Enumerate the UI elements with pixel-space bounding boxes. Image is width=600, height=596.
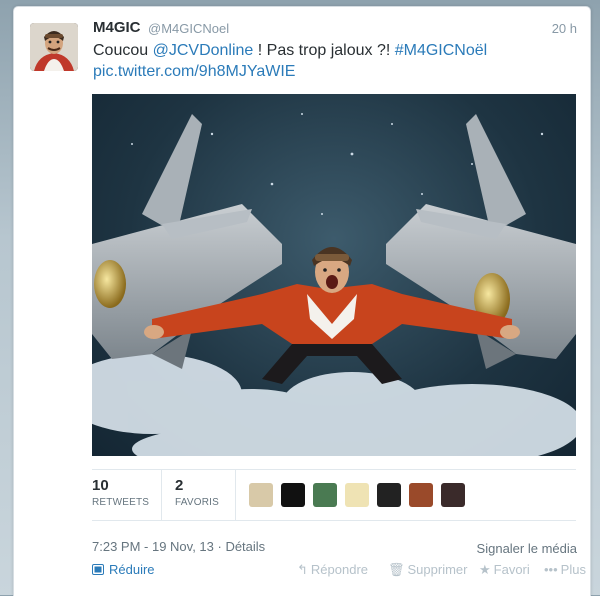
reply-icon: ↰ (297, 562, 308, 577)
tweet-card: M4GIC @M4GICNoel 20 h Coucou @JCVDonline… (13, 6, 591, 596)
favoriter-avatar-5[interactable] (377, 483, 401, 507)
hashtag-link[interactable]: #M4GICNoël (395, 42, 487, 59)
more-action[interactable]: ••• Plus (544, 562, 586, 577)
reply-action[interactable]: ↰ Répondre (297, 562, 368, 578)
favorites-label: FAVORIS (175, 497, 220, 508)
report-media-link[interactable]: Signaler le média (477, 541, 577, 556)
star-icon: ★ (479, 562, 491, 577)
favorites-count: 2 (175, 477, 184, 494)
favoriter-avatar-7[interactable] (441, 483, 465, 507)
details-link[interactable]: Détails (225, 539, 265, 554)
tweet-media-image[interactable] (92, 94, 576, 456)
retweets-count: 10 (92, 477, 109, 494)
favoriter-avatar-1[interactable] (249, 483, 273, 507)
collapse-icon (92, 564, 104, 575)
collapse-action[interactable]: Réduire (92, 562, 155, 577)
user-avatar[interactable] (30, 23, 78, 71)
tweet-stats-bar: 10 RETWEETS 2 FAVORIS (92, 469, 576, 521)
pic-link[interactable]: pic.twitter.com/9h8MJYaWIE (93, 63, 295, 80)
collapse-label: Réduire (109, 562, 155, 577)
favoriter-avatar-4[interactable] (345, 483, 369, 507)
user-display-name[interactable]: M4GIC (93, 19, 141, 36)
favorites-stat[interactable]: 2 FAVORIS (175, 477, 219, 508)
more-label: Plus (560, 562, 586, 577)
mention-link[interactable]: @JCVDonline (153, 42, 254, 59)
stats-divider (235, 470, 236, 520)
stats-divider (161, 470, 162, 520)
favoriter-avatar-6[interactable] (409, 483, 433, 507)
retweets-label: RETWEETS (92, 497, 150, 508)
favoriter-avatar-3[interactable] (313, 483, 337, 507)
tweet-text-part: Coucou (93, 42, 153, 59)
more-icon: ••• (544, 562, 558, 577)
tweet-timestamp-relative[interactable]: 20 h (552, 21, 577, 36)
tweet-text-part: ! Pas trop jaloux ?! (253, 42, 395, 59)
delete-label: Supprimer (407, 562, 468, 577)
favoriter-avatar-2[interactable] (281, 483, 305, 507)
meta-separator: · (213, 539, 226, 554)
favorite-label: Favori (493, 562, 530, 577)
reply-label: Répondre (310, 562, 369, 577)
tweet-text: Coucou @JCVDonline ! Pas trop jaloux ?! … (93, 40, 573, 82)
tweet-full-timestamp: 7:23 PM - 19 Nov, 13 (92, 539, 214, 554)
delete-action[interactable]: 🗑 Supprimer (388, 562, 467, 578)
favorite-action[interactable]: ★ Favori (479, 562, 530, 578)
trash-icon: 🗑 (388, 562, 405, 577)
user-handle[interactable]: @M4GICNoel (148, 21, 229, 36)
retweets-stat[interactable]: 10 RETWEETS (92, 477, 149, 508)
tweet-meta: 7:23 PM - 19 Nov, 13 · Détails (92, 539, 265, 554)
tweet-actions: Réduire ↰ Répondre 🗑 Supprimer ★ Favori •••… (92, 562, 586, 582)
